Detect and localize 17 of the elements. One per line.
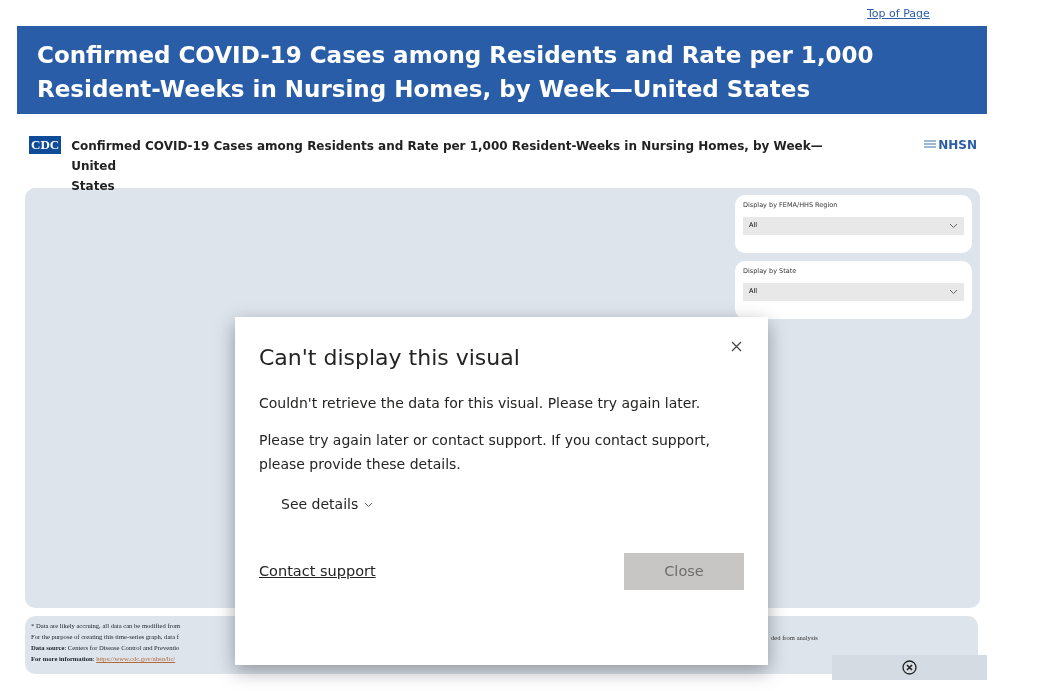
see-details-toggle[interactable]: See details [281,494,374,515]
nhsn-logo: NHSN [924,136,977,154]
dialog-message: Please try again later or contact support. If you contact support, please provide these details. [259,431,711,474]
banner-title: Confirmed COVID-19 Cases among Residents and Rate per 1,000 Resident-Weeks in Nursing Homes, by Week—United States [17,26,987,114]
cdc-logo: CDC [29,136,62,154]
report-title: Confirmed COVID-19 Cases among Residents and Rate per 1,000 Resident-Weeks in Nursing Homes, by Week— [71,138,824,155]
close-button[interactable] [731,341,742,352]
chevron-icon [364,501,374,508]
top-of-page-link[interactable]: Top of Page [867,5,930,23]
report-title: States [71,178,116,195]
report-title: United [71,158,118,175]
chevron-icon [949,222,958,229]
chevron-icon [949,288,958,295]
dialog-message: Couldn't retrieve the data for this visual. Please try again later. [259,394,702,413]
contact-support-link[interactable]: Contact support [259,560,376,583]
dialog-title: Can't display this visual [259,344,520,372]
close-icon[interactable] [902,660,917,675]
